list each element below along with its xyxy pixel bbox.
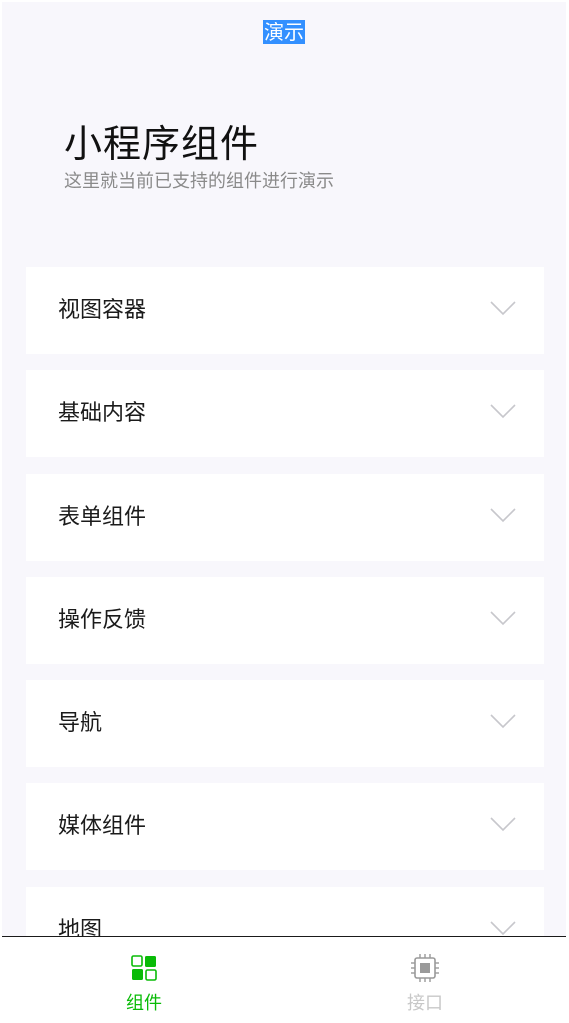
kind-label: 基础内容 [58, 401, 147, 427]
kind-label: 视图容器 [58, 298, 147, 323]
navigation-bar: 演示 [2, 20, 566, 48]
kind-item-view-container[interactable]: 视图容器 [26, 267, 544, 354]
kind-item-media[interactable]: 媒体组件 [26, 783, 544, 871]
chip-icon [411, 954, 439, 982]
kind-item-navigation[interactable]: 导航 [26, 680, 544, 768]
kind-item-basic-content[interactable]: 基础内容 [26, 370, 544, 458]
chevron-down-icon [490, 611, 516, 626]
app-frame: 演示 小程序组件 这里就当前已支持的组件进行演示 视图容器 基础内容 表单组件 … [2, 2, 566, 1021]
tab-api[interactable]: 接口 [355, 937, 495, 1021]
page-title: 小程序组件 [64, 122, 260, 166]
component-kind-list: 视图容器 基础内容 表单组件 操作反馈 导航 媒体组件 地图 [26, 267, 544, 990]
page-description: 这里就当前已支持的组件进行演示 [64, 171, 334, 192]
kind-label: 媒体组件 [58, 814, 147, 840]
navigation-title: 演示 [263, 20, 305, 44]
kind-label: 操作反馈 [58, 607, 147, 633]
tab-label: 接口 [407, 993, 443, 1014]
tab-label: 组件 [126, 993, 162, 1014]
chevron-down-icon [490, 301, 516, 316]
tab-components[interactable]: 组件 [74, 937, 214, 1021]
kind-item-form[interactable]: 表单组件 [26, 473, 544, 561]
chevron-down-icon [490, 921, 516, 935]
page-header: 小程序组件 这里就当前已支持的组件进行演示 [64, 120, 334, 194]
tab-bar: 组件 接口 [2, 936, 566, 1021]
components-icon [131, 955, 157, 981]
kind-item-feedback[interactable]: 操作反馈 [26, 576, 544, 664]
kind-label: 表单组件 [58, 504, 147, 530]
chevron-down-icon [490, 714, 516, 729]
kind-label: 导航 [58, 711, 103, 737]
chevron-down-icon [490, 508, 516, 522]
chevron-down-icon [490, 404, 516, 419]
chevron-down-icon [490, 817, 516, 832]
